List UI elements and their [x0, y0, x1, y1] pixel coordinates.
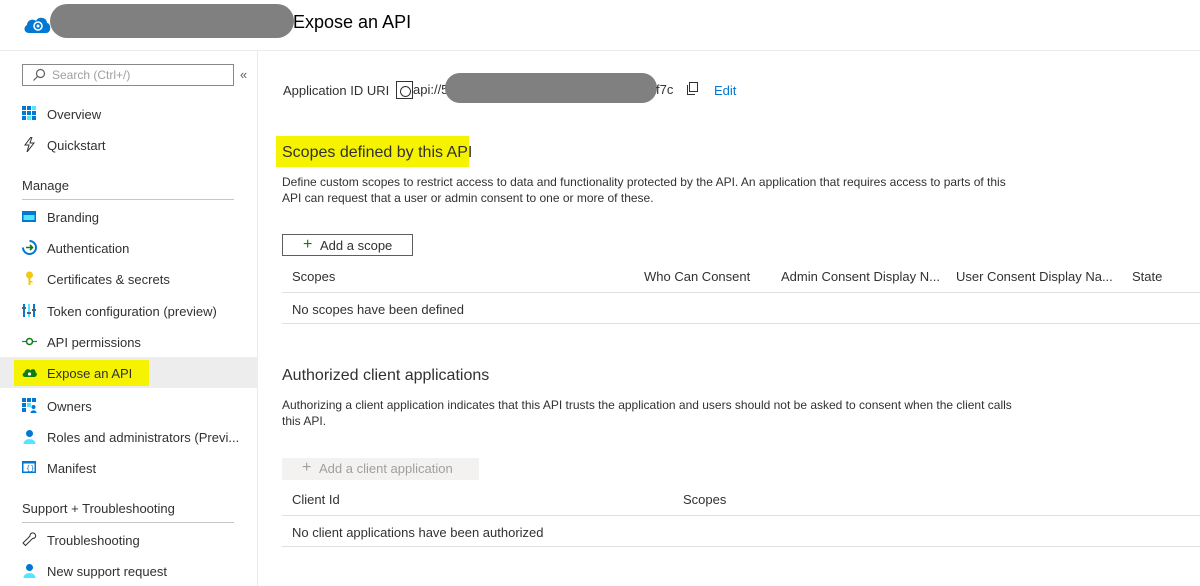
- support-person-icon: [23, 564, 36, 578]
- overview-grid-icon: [22, 106, 36, 120]
- plus-icon: +: [302, 459, 312, 476]
- sidebar-item-label: Roles and administrators (Previ...: [47, 430, 240, 445]
- manage-divider: [22, 199, 234, 200]
- sidebar-item-branding[interactable]: Branding: [0, 201, 258, 232]
- sidebar-item-authentication[interactable]: Authentication: [0, 232, 258, 263]
- owners-grid-icon: [22, 398, 37, 413]
- sidebar-item-label: Expose an API: [47, 366, 133, 381]
- scopes-description-line1: Define custom scopes to restrict access …: [282, 175, 1006, 189]
- copy-icon[interactable]: [686, 82, 699, 95]
- table-header-divider: [282, 515, 1200, 516]
- add-client-application-label: Add a client application: [319, 461, 453, 476]
- svg-text:{}: {}: [26, 465, 34, 473]
- sidebar: Search (Ctrl+/) « Overview Quickstart Ma…: [0, 51, 258, 586]
- sidebar-item-token-configuration[interactable]: Token configuration (preview): [0, 295, 258, 326]
- add-scope-button[interactable]: + Add a scope: [282, 234, 413, 256]
- collapse-sidebar-button[interactable]: «: [240, 67, 247, 82]
- sidebar-item-owners[interactable]: Owners: [0, 390, 258, 421]
- sidebar-item-overview[interactable]: Overview: [0, 98, 258, 129]
- page-title: Expose an API: [293, 12, 412, 32]
- api-permissions-icon: [22, 337, 37, 346]
- application-id-uri-label: Application ID URI: [283, 83, 390, 98]
- sidebar-item-label: Quickstart: [47, 138, 106, 153]
- sidebar-item-roles-administrators[interactable]: Roles and administrators (Previ...: [0, 421, 258, 452]
- scopes-description-line2: API can request that a user or admin con…: [282, 191, 654, 205]
- sidebar-item-label: New support request: [47, 564, 167, 579]
- token-bars-icon: [22, 304, 36, 317]
- column-header-state: State: [1132, 269, 1163, 284]
- application-id-uri-suffix: f7c: [656, 82, 674, 97]
- sidebar-item-api-permissions[interactable]: API permissions: [0, 326, 258, 357]
- branding-icon: [22, 211, 36, 222]
- sidebar-item-label: Token configuration (preview): [47, 304, 217, 319]
- support-divider: [22, 522, 234, 523]
- lightning-icon: [24, 137, 36, 152]
- sidebar-item-manifest[interactable]: {} Manifest: [0, 452, 258, 483]
- info-icon[interactable]: [396, 81, 413, 99]
- manifest-icon: {}: [22, 461, 36, 473]
- roles-person-icon: [23, 430, 36, 444]
- key-icon: [26, 271, 33, 285]
- app-registration-cloud-icon: [24, 17, 51, 33]
- plus-icon: +: [303, 236, 313, 253]
- search-icon: [33, 68, 46, 81]
- wrench-icon: [22, 532, 37, 547]
- column-header-user-consent: User Consent Display Na...: [956, 269, 1113, 284]
- column-header-admin-consent: Admin Consent Display N...: [781, 269, 940, 284]
- table-row-divider: [282, 323, 1200, 324]
- add-scope-label: Add a scope: [320, 238, 393, 253]
- column-header-scopes: Scopes: [683, 492, 727, 507]
- manage-heading: Manage: [22, 178, 69, 193]
- edit-link[interactable]: Edit: [714, 83, 736, 98]
- clients-empty-message: No client applications have been authori…: [292, 525, 544, 540]
- authorized-description-line1: Authorizing a client application indicat…: [282, 398, 1012, 412]
- main-content: Application ID URI api://5 f7c Edit Scop…: [259, 51, 1200, 586]
- sidebar-item-label: API permissions: [47, 335, 141, 350]
- add-client-application-button[interactable]: + Add a client application: [282, 458, 479, 480]
- sidebar-item-label: Manifest: [47, 461, 97, 476]
- sidebar-item-certificates-secrets[interactable]: Certificates & secrets: [0, 263, 258, 294]
- sidebar-item-label: Troubleshooting: [47, 533, 140, 548]
- authentication-icon: [22, 240, 37, 255]
- application-id-uri-prefix: api://5: [413, 82, 449, 97]
- sidebar-item-label: Authentication: [47, 241, 130, 256]
- column-header-client-id: Client Id: [292, 492, 340, 507]
- redacted-app-name: [50, 4, 294, 38]
- sidebar-item-expose-an-api[interactable]: Expose an API: [0, 357, 258, 388]
- column-header-scopes: Scopes: [292, 269, 336, 284]
- table-row-divider: [282, 546, 1200, 547]
- sidebar-item-label: Certificates & secrets: [47, 272, 170, 287]
- cloud-api-icon: [22, 369, 37, 377]
- scopes-empty-message: No scopes have been defined: [292, 302, 465, 317]
- sidebar-item-quickstart[interactable]: Quickstart: [0, 129, 258, 160]
- sidebar-item-troubleshooting[interactable]: Troubleshooting: [0, 524, 258, 555]
- sidebar-item-label: Owners: [47, 399, 92, 414]
- authorized-description-line2: this API.: [282, 414, 327, 428]
- search-input[interactable]: Search (Ctrl+/): [22, 64, 234, 86]
- authorized-clients-title: Authorized client applications: [282, 367, 490, 384]
- scopes-section-title: Scopes defined by this API: [282, 144, 473, 161]
- table-header-divider: [282, 292, 1200, 293]
- search-placeholder: Search (Ctrl+/): [52, 68, 131, 82]
- sidebar-item-new-support-request[interactable]: New support request: [0, 555, 258, 586]
- redacted-uri: [445, 73, 657, 103]
- sidebar-item-label: Branding: [47, 210, 100, 225]
- support-heading: Support + Troubleshooting: [22, 501, 175, 516]
- sidebar-item-label: Overview: [47, 107, 102, 122]
- column-header-who-can-consent: Who Can Consent: [644, 269, 751, 284]
